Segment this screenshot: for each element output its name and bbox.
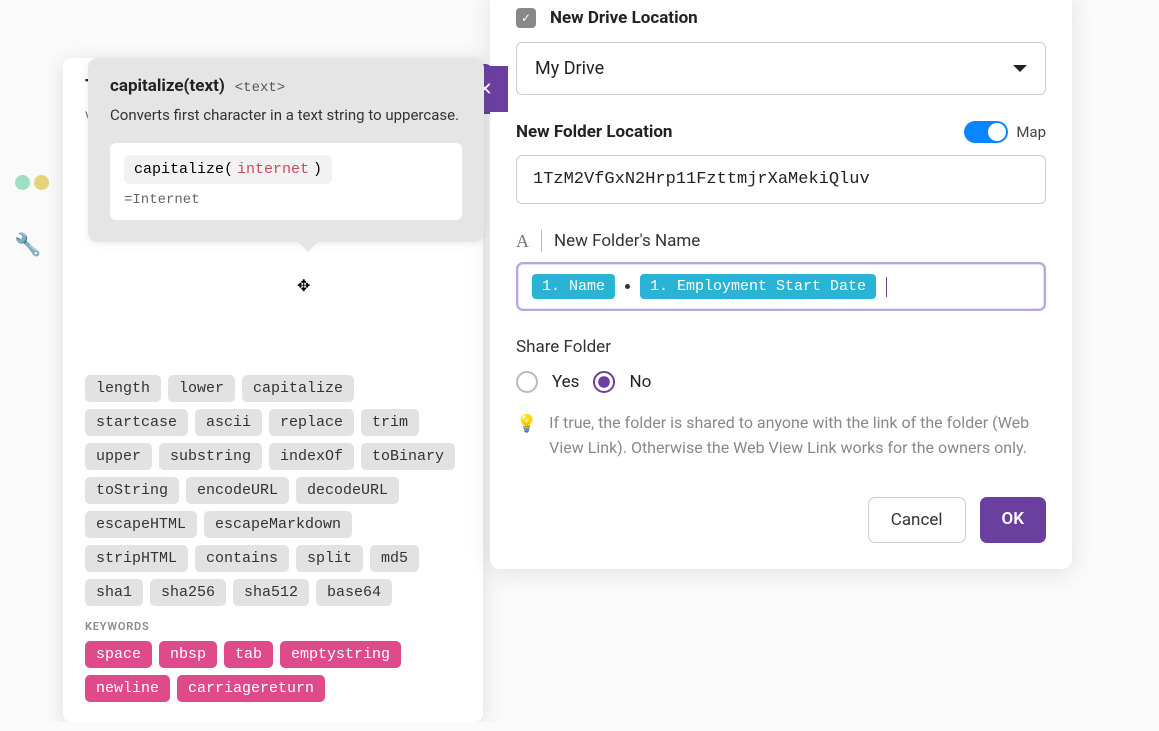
fn-chip-split[interactable]: split — [296, 545, 363, 572]
divider — [541, 230, 542, 252]
folder-name-input[interactable]: 1. Name 1. Employment Start Date — [516, 262, 1046, 311]
fn-call: capitalize( internet ) — [124, 155, 332, 184]
radio-yes-label: Yes — [552, 372, 579, 392]
status-dots — [15, 175, 49, 190]
section-title-drive: New Drive Location — [550, 8, 698, 28]
section-checkbox[interactable]: ✓ — [516, 8, 536, 28]
kw-chip-tab[interactable]: tab — [224, 641, 273, 668]
share-label: Share Folder — [516, 337, 1046, 357]
hint-text: If true, the folder is shared to anyone … — [549, 411, 1046, 461]
wrench-icon[interactable]: 🔧 — [14, 233, 41, 258]
fn-result: =Internet — [124, 192, 448, 208]
fn-chip-startcase[interactable]: startcase — [85, 409, 188, 436]
config-panel: ✕ ✓ New Drive Location My Drive New Fold… — [490, 0, 1072, 569]
fn-chip-sha1[interactable]: sha1 — [85, 579, 143, 606]
fn-chip-decodeURL[interactable]: decodeURL — [296, 477, 399, 504]
fn-chip-encodeURL[interactable]: encodeURL — [186, 477, 289, 504]
cancel-button[interactable]: Cancel — [868, 497, 966, 543]
fn-call-param: internet — [237, 161, 309, 178]
fn-description: Converts first character in a text strin… — [110, 104, 462, 127]
fn-chip-substring[interactable]: substring — [159, 443, 262, 470]
fn-chip-toBinary[interactable]: toBinary — [361, 443, 455, 470]
lightbulb-icon: 💡 — [516, 411, 537, 461]
fn-chip-stripHTML[interactable]: stripHTML — [85, 545, 188, 572]
fn-chip-lower[interactable]: lower — [168, 375, 235, 402]
fn-chip-indexOf[interactable]: indexOf — [269, 443, 354, 470]
kw-chip-space[interactable]: space — [85, 641, 152, 668]
fn-chip-capitalize[interactable]: capitalize — [242, 375, 354, 402]
keyword-chips: space nbsptab emptystring newline carriagere… — [85, 641, 461, 702]
kw-chip-nbsp[interactable]: nbsp — [159, 641, 217, 668]
fn-arg-hint: <text> — [235, 80, 285, 96]
fn-chip-base64[interactable]: base64 — [316, 579, 392, 606]
fn-chip-escapeMarkdown[interactable]: escapeMarkdown — [204, 511, 352, 538]
fn-chip-trim[interactable]: trim — [361, 409, 419, 436]
map-label: Map — [1016, 123, 1046, 141]
folder-name-label: New Folder's Name — [554, 231, 700, 251]
fn-chip-escapeHTML[interactable]: escapeHTML — [85, 511, 197, 538]
folder-id-input[interactable]: 1TzM2VfGxN2Hrp11FzttmjrXaMekiQluv — [516, 155, 1046, 204]
pill-date[interactable]: 1. Employment Start Date — [640, 274, 876, 299]
section-title-folder: New Folder Location — [516, 122, 672, 142]
fn-chip-ascii[interactable]: ascii — [195, 409, 262, 436]
map-toggle[interactable] — [964, 121, 1008, 143]
fn-chip-length[interactable]: length — [85, 375, 161, 402]
fn-call-suffix: ) — [313, 161, 322, 178]
text-caret — [886, 277, 887, 297]
radio-yes[interactable] — [516, 371, 538, 393]
fn-call-prefix: capitalize( — [134, 161, 233, 178]
hint-row: 💡 If true, the folder is shared to anyon… — [516, 411, 1046, 461]
fn-chip-sha512[interactable]: sha512 — [233, 579, 309, 606]
fn-chip-replace[interactable]: replace — [269, 409, 354, 436]
chevron-down-icon — [1013, 65, 1027, 79]
fn-example: capitalize( internet ) =Internet — [110, 143, 462, 220]
function-tooltip: capitalize(text) <text> Converts first c… — [88, 58, 484, 242]
function-chips: length lower capitalize startcase ascii repla… — [85, 375, 461, 606]
kw-chip-newline[interactable]: newline — [85, 675, 170, 702]
pill-separator — [625, 284, 630, 289]
text-icon: A — [516, 231, 529, 252]
drive-value: My Drive — [535, 58, 604, 79]
fn-chip-contains[interactable]: contains — [195, 545, 289, 572]
fn-name: capitalize(text) — [110, 76, 225, 96]
fn-chip-toString[interactable]: toString — [85, 477, 179, 504]
dot-green — [15, 175, 30, 190]
ok-button[interactable]: OK — [980, 497, 1047, 543]
fn-chip-md5[interactable]: md5 — [370, 545, 419, 572]
radio-no-label: No — [629, 372, 651, 392]
fn-chip-upper[interactable]: upper — [85, 443, 152, 470]
map-toggle-group: Map — [964, 121, 1046, 143]
keywords-label: KEYWORDS — [85, 620, 461, 633]
kw-chip-emptystring[interactable]: emptystring — [280, 641, 401, 668]
pill-name[interactable]: 1. Name — [532, 274, 615, 299]
radio-no[interactable] — [593, 371, 615, 393]
dot-yellow — [34, 175, 49, 190]
kw-chip-carriagereturn[interactable]: carriagereturn — [177, 675, 325, 702]
fn-chip-sha256[interactable]: sha256 — [150, 579, 226, 606]
drive-select[interactable]: My Drive — [516, 42, 1046, 95]
